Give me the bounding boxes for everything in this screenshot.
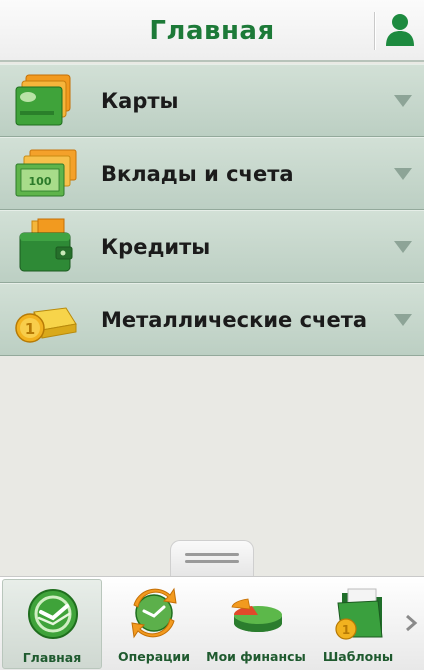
tab-label: Шаблоны [322, 649, 394, 664]
chevron-down-icon [393, 166, 413, 182]
page-title: Главная [149, 16, 275, 46]
svg-text:100: 100 [29, 175, 52, 188]
menu-item-cards[interactable]: Карты [0, 64, 424, 137]
sberbank-logo-icon [25, 586, 81, 642]
tab-my-finances[interactable]: Мои финансы [206, 579, 306, 669]
menu-item-metal-accounts[interactable]: 1 Металлические счета [0, 283, 424, 356]
handle-grip-line [185, 553, 239, 556]
header-bar: Главная [0, 0, 424, 62]
chevron-right-icon[interactable] [404, 614, 418, 632]
gold-bar-icon: 1 [12, 290, 78, 350]
menu-item-label: Карты [101, 89, 179, 113]
tab-label: Мои финансы [206, 649, 306, 664]
transfer-arrows-icon [126, 585, 182, 641]
wallet-icon [12, 217, 78, 277]
cards-icon [12, 71, 78, 131]
menu-item-deposits[interactable]: 100 Вклады и счета [0, 137, 424, 210]
tab-label: Главная [22, 650, 82, 665]
svg-text:1: 1 [25, 320, 35, 338]
menu-item-label: Кредиты [101, 235, 211, 259]
main-menu: Карты 100 Вклады и счета Кредиты 1 Метал… [0, 64, 424, 356]
tab-templates[interactable]: 1 Шаблоны [308, 579, 408, 669]
menu-item-credits[interactable]: Кредиты [0, 210, 424, 283]
header-divider [374, 12, 375, 50]
tab-operations[interactable]: Операции [104, 579, 204, 669]
tab-label: Операции [118, 649, 190, 664]
banknotes-icon: 100 [12, 144, 78, 204]
bottom-nav: Главная Операции Мои финансы 1 Шаблоны [0, 576, 424, 670]
folder-icon: 1 [330, 585, 386, 641]
tab-home[interactable]: Главная [2, 579, 102, 669]
handle-grip-line [185, 560, 239, 563]
chevron-down-icon [393, 312, 413, 328]
menu-item-label: Вклады и счета [101, 162, 294, 186]
profile-button[interactable] [380, 8, 420, 52]
svg-text:1: 1 [342, 623, 350, 637]
drawer-handle[interactable] [170, 540, 254, 576]
chevron-down-icon [393, 239, 413, 255]
menu-item-label: Металлические счета [101, 308, 368, 332]
chevron-down-icon [393, 93, 413, 109]
pie-chart-icon [228, 585, 284, 641]
user-icon [386, 14, 414, 46]
